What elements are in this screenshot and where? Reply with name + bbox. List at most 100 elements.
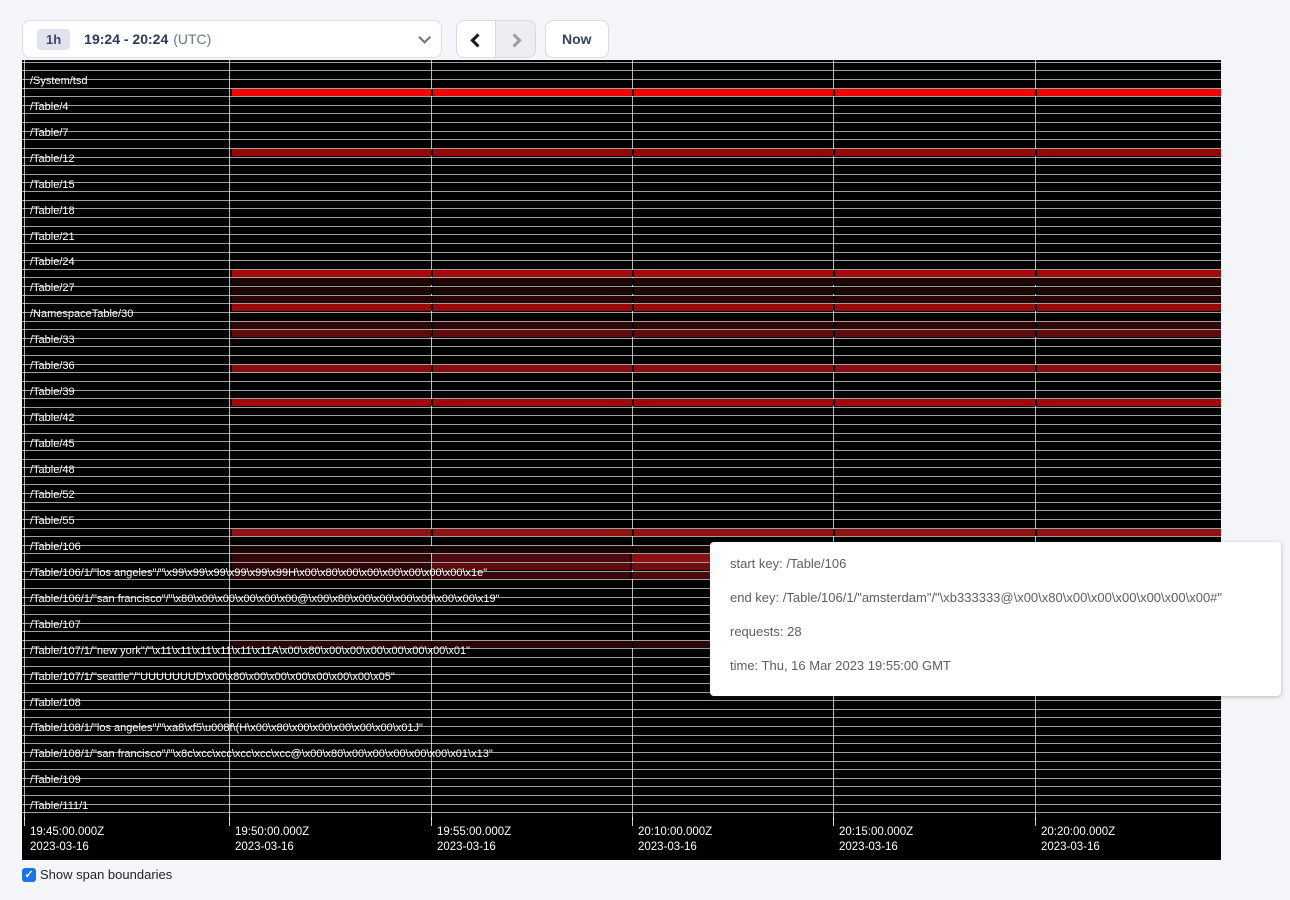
band-gridline-break [632, 322, 634, 329]
band-gridline-break [632, 296, 634, 303]
heatmap-plot[interactable]: /System/tsd/Table/4/Table/7/Table/12/Tab… [22, 60, 1221, 820]
band-gridline-break [431, 270, 433, 277]
band-gridline-break [833, 365, 835, 372]
heatmap-band[interactable] [232, 287, 1221, 294]
row-label: /Table/27 [30, 282, 75, 294]
band-gridline-break [1035, 287, 1037, 294]
span-boundary-line [22, 174, 1221, 175]
row-label: /Table/4 [30, 101, 69, 113]
band-gridline-break [431, 399, 433, 406]
band-gridline-break [632, 330, 634, 337]
band-gridline-break [833, 296, 835, 303]
chevron-left-icon [470, 33, 484, 47]
band-gridline-break [833, 278, 835, 285]
band-gridline-break [833, 89, 835, 96]
band-gridline-break [632, 304, 634, 311]
time-axis: 19:45:00.000Z2023-03-1619:50:00.000Z2023… [22, 820, 1221, 860]
span-boundary-line [22, 769, 1221, 770]
time-gridline [833, 60, 834, 820]
span-boundary-line [22, 441, 1221, 442]
now-button[interactable]: Now [545, 20, 609, 58]
time-range-select[interactable]: 1h 19:24 - 20:24 (UTC) [22, 20, 442, 58]
band-gridline-break [431, 287, 433, 294]
span-boundary-line [22, 510, 1221, 511]
show-span-boundaries-label: Show span boundaries [40, 867, 172, 882]
band-gridline-break [1035, 89, 1037, 96]
time-gridline [632, 60, 633, 820]
span-boundary-line [22, 208, 1221, 209]
band-gridline-break [1035, 270, 1037, 277]
heatmap-band[interactable] [232, 149, 1221, 156]
heatmap-band[interactable] [232, 270, 1221, 277]
row-label: /Table/48 [30, 464, 75, 476]
axis-date-label: 2023-03-16 [437, 841, 496, 854]
band-gridline-break [431, 304, 433, 311]
span-boundary-line [22, 226, 1221, 227]
span-boundary-line [22, 536, 1221, 537]
span-boundary-line [22, 338, 1221, 339]
span-boundary-line [22, 709, 1221, 710]
band-gridline-break [632, 278, 634, 285]
axis-tick [24, 817, 25, 826]
heatmap-band[interactable] [232, 304, 1221, 311]
row-label: /NamespaceTable/30 [30, 308, 133, 320]
span-boundary-line [22, 113, 1221, 114]
span-boundary-line [22, 252, 1221, 253]
row-label: /Table/106/1/"los angeles"/"\x99\x99\x99… [30, 567, 487, 579]
heatmap-band[interactable] [432, 554, 630, 561]
span-boundary-line [22, 131, 1221, 132]
row-label: /Table/107/1/"seattle"/"UUUUUUUD\x00\x80… [30, 671, 395, 683]
heatmap-band[interactable] [232, 296, 1221, 303]
span-boundary-line [22, 105, 1221, 106]
time-range-text: 19:24 - 20:24 [84, 31, 168, 47]
band-gridline-break [431, 365, 433, 372]
time-nav-group [456, 20, 536, 58]
show-span-boundaries-checkbox[interactable]: ✓ [22, 868, 36, 882]
band-gridline-break [431, 296, 433, 303]
heatmap-band[interactable] [232, 365, 1221, 372]
footer: ✓ Show span boundaries [22, 867, 172, 882]
span-boundary-line [22, 493, 1221, 494]
tooltip-end-key: end key: /Table/106/1/"amsterdam"/"\xb33… [730, 591, 1261, 605]
band-gridline-break [431, 529, 433, 536]
band-gridline-break [833, 304, 835, 311]
span-boundary-line [22, 70, 1221, 71]
span-boundary-line [22, 407, 1221, 408]
span-boundary-line [22, 761, 1221, 762]
axis-tick [632, 817, 633, 826]
tooltip-start-key: start key: /Table/106 [730, 557, 1261, 571]
span-boundary-line [22, 433, 1221, 434]
timezone-label: (UTC) [173, 31, 211, 47]
heatmap-band[interactable] [232, 322, 1221, 329]
prev-time-button[interactable] [456, 20, 496, 58]
axis-date-label: 2023-03-16 [30, 841, 89, 854]
span-boundary-line [22, 717, 1221, 718]
axis-time-label: 19:55:00.000Z [437, 826, 511, 839]
heatmap-band[interactable] [232, 330, 1221, 337]
next-time-button-disabled[interactable] [496, 20, 536, 58]
heatmap-band[interactable] [232, 529, 1221, 536]
band-gridline-break [1035, 278, 1037, 285]
band-gridline-break [1035, 322, 1037, 329]
axis-time-label: 20:20:00.000Z [1041, 826, 1115, 839]
row-label: /System/tsd [30, 75, 87, 87]
span-boundary-line [22, 484, 1221, 485]
span-boundary-line [22, 260, 1221, 261]
span-boundary-line [22, 191, 1221, 192]
row-label: /Table/42 [30, 412, 75, 424]
heatmap-band[interactable] [232, 278, 1221, 285]
axis-time-label: 20:15:00.000Z [839, 826, 913, 839]
band-gridline-break [431, 546, 433, 553]
heatmap-band[interactable] [232, 554, 430, 561]
axis-tick [229, 817, 230, 826]
row-label: /Table/109 [30, 774, 81, 786]
band-gridline-break [632, 641, 634, 648]
span-boundary-line [22, 700, 1221, 701]
row-label: /Table/12 [30, 153, 75, 165]
heatmap-band[interactable] [232, 89, 1221, 96]
row-label: /Table/39 [30, 386, 75, 398]
heatmap-band[interactable] [232, 399, 1221, 406]
span-boundary-line [22, 165, 1221, 166]
span-boundary-line [22, 312, 1221, 313]
key-visualizer-heatmap[interactable]: /System/tsd/Table/4/Table/7/Table/12/Tab… [22, 60, 1221, 860]
